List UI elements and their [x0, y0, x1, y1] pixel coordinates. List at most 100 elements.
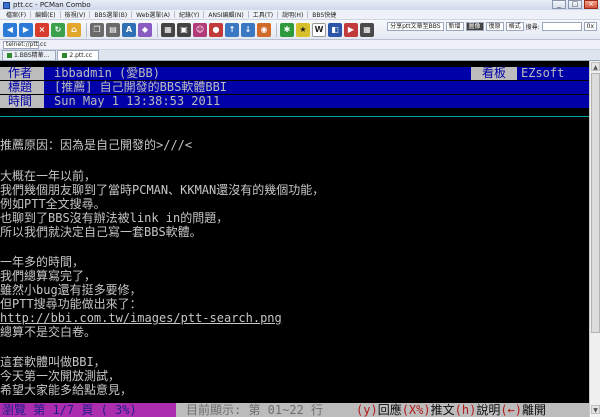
- page-indicator: 瀏覽 第 1/7 頁 ( 3%): [0, 403, 176, 417]
- font-icon[interactable]: A: [122, 22, 136, 37]
- emoticon-icon[interactable]: ☺: [193, 22, 207, 37]
- window-title: ptt.cc - PCMan Combo: [13, 1, 91, 9]
- toolbar-right-group: 分享ptt文章至BBS 新增 圖像 復原 格式 搜尋: 0x: [387, 22, 597, 31]
- menu-file[interactable]: 檔案(F): [2, 10, 30, 19]
- leave-label: 離開: [522, 403, 547, 417]
- image-link[interactable]: http://bbi.com.tw/images/ptt-search.png: [0, 311, 282, 325]
- toolbar-separator: [276, 22, 277, 37]
- menu-help[interactable]: 說明(H): [278, 10, 307, 19]
- reply-key[interactable]: (y): [356, 403, 378, 417]
- addressbar: telnet://ptt.cc: [0, 40, 600, 50]
- search-label: 搜尋:: [525, 24, 540, 31]
- help-label: 說明: [476, 403, 501, 417]
- body-line: 所以我們就決定自己寫一套BBS軟體。: [0, 225, 202, 239]
- window-titlebar: ptt.cc - PCMan Combo _ □ ×: [0, 0, 600, 10]
- close-button[interactable]: ×: [584, 0, 598, 9]
- body-line: 但PTT搜尋功能做出來了：: [0, 297, 142, 311]
- body-line: 例如PTT全文搜尋。: [0, 197, 106, 211]
- header-title-value: [推薦] 自己開發的BBS軟體BBI: [54, 80, 228, 94]
- body-line: 這套軟體叫做BBI，: [0, 355, 106, 369]
- menu-tools[interactable]: 工具(T): [249, 10, 277, 19]
- body-line: 今天第一次開放測試，: [0, 369, 121, 383]
- body-line: 總算不是交白卷。: [0, 325, 97, 339]
- toolbar: ◀ ▶ × ↻ ⌂ ❐ ▤ A ◆ ▦ ▣ ☺ ● ↑ ↓ ◉ ✱ ★ W ◧ …: [0, 20, 600, 40]
- maximize-button[interactable]: □: [568, 0, 582, 9]
- image-button[interactable]: 圖像: [465, 22, 484, 31]
- stop-icon[interactable]: ×: [35, 22, 49, 37]
- paste-icon[interactable]: ▤: [106, 22, 120, 37]
- tab-1[interactable]: 1.BBS精華...: [2, 50, 57, 60]
- scroll-up-icon[interactable]: ▲: [591, 62, 600, 71]
- body-line: 一年多的時間，: [0, 255, 85, 269]
- header-author-value: ibbadmin (愛BB): [54, 66, 160, 80]
- share-button[interactable]: 分享ptt文章至BBS: [387, 22, 444, 31]
- settings-icon[interactable]: ✱: [280, 22, 294, 37]
- tabbar: 1.BBS精華... 2.ptt.cc: [0, 50, 600, 61]
- tab-label: 2.ptt.cc: [69, 52, 93, 59]
- menu-bbs[interactable]: BBS選單(B): [90, 10, 131, 19]
- line-range: 目前顯示: 第 01~22 行: [186, 403, 324, 417]
- upload-icon[interactable]: ↑: [225, 22, 239, 37]
- format-button[interactable]: 格式: [505, 22, 524, 31]
- refresh-icon[interactable]: ↻: [51, 22, 65, 37]
- tab-2[interactable]: 2.ptt.cc: [57, 50, 100, 60]
- tab-label: 1.BBS精華...: [14, 52, 50, 59]
- dictionary-icon[interactable]: ◧: [328, 22, 342, 37]
- address-input[interactable]: telnet://ptt.cc: [3, 40, 47, 49]
- body-line: 希望大家能多給點意見，: [0, 383, 133, 397]
- grid-icon[interactable]: ▦: [360, 22, 374, 37]
- keyboard-icon[interactable]: ▦: [161, 22, 175, 37]
- body-line: 也聊到了BBS沒有辦法被link in的問題，: [0, 211, 229, 225]
- new-button[interactable]: 新增: [445, 22, 464, 31]
- header-board-value: EZsoft: [521, 66, 565, 80]
- body-line: 推薦原因：因為是自己開發的>///<: [0, 138, 193, 152]
- menu-edit[interactable]: 編輯(E): [31, 10, 59, 19]
- scroll-thumb[interactable]: [591, 73, 600, 333]
- help-key[interactable]: (h): [455, 403, 477, 417]
- menu-log[interactable]: 紀錄(Y): [175, 10, 203, 19]
- leave-key[interactable]: (←): [500, 403, 522, 417]
- search-input[interactable]: [541, 22, 582, 31]
- header-board-key: 看板: [471, 67, 517, 80]
- menu-ansi[interactable]: ANSI編輯(N): [204, 10, 247, 19]
- header-divider: [0, 116, 589, 117]
- header-author-row: 作者 ibbadmin (愛BB) 看板 EZsoft: [0, 67, 589, 80]
- key-help: (y)回應(X%)推文(h)說明(←)離開: [356, 403, 546, 417]
- menu-bbs-shortcut[interactable]: BBS快捷: [308, 10, 340, 19]
- body-line: 我們總算寫完了，: [0, 269, 97, 283]
- body-line: 大概在一年以前，: [0, 169, 97, 183]
- wikipedia-icon[interactable]: W: [312, 22, 326, 37]
- bbs-terminal[interactable]: 作者 ibbadmin (愛BB) 看板 EZsoft 標題 [推薦] 自己開發…: [0, 61, 589, 407]
- restore-button[interactable]: 復原: [485, 22, 504, 31]
- forward-icon[interactable]: ▶: [19, 22, 33, 37]
- terminal-scrollbar[interactable]: ▲ ▼: [589, 61, 600, 417]
- download-icon[interactable]: ↓: [241, 22, 255, 37]
- menu-view[interactable]: 檢視(V): [61, 10, 90, 19]
- minimize-button[interactable]: _: [552, 0, 566, 9]
- toolbar-separator: [157, 22, 158, 37]
- window-controls: _ □ ×: [552, 0, 598, 9]
- header-time-key: 時間: [0, 95, 44, 108]
- rss-icon[interactable]: ◉: [257, 22, 271, 37]
- header-author-key: 作者: [0, 67, 44, 80]
- tab-connection-icon: [62, 53, 68, 58]
- menu-web[interactable]: Web選單(A): [132, 10, 174, 19]
- back-icon[interactable]: ◀: [3, 22, 17, 37]
- tab-connection-icon: [7, 53, 12, 58]
- youtube-icon[interactable]: ▶: [344, 22, 358, 37]
- record-icon[interactable]: ●: [209, 22, 223, 37]
- scroll-down-icon[interactable]: ▼: [591, 405, 600, 414]
- screen-icon[interactable]: ▣: [177, 22, 191, 37]
- color-icon[interactable]: ◆: [138, 22, 152, 37]
- star-icon[interactable]: ★: [296, 22, 310, 37]
- header-title-row: 標題 [推薦] 自己開發的BBS軟體BBI: [0, 81, 589, 94]
- home-icon[interactable]: ⌂: [67, 22, 81, 37]
- app-icon: [3, 1, 10, 9]
- header-time-row: 時間 Sun May 1 13:38:53 2011: [0, 95, 589, 108]
- bbs-statusbar: 瀏覽 第 1/7 頁 ( 3%) 目前顯示: 第 01~22 行 (y)回應(X…: [0, 403, 589, 417]
- push-key[interactable]: (X%): [402, 403, 431, 417]
- zoom-select[interactable]: 0x: [583, 22, 597, 31]
- body-line: 我們幾個朋友聊到了當時PCMAN、KKMAN還沒有的幾個功能，: [0, 183, 325, 197]
- copy-icon[interactable]: ❐: [90, 22, 104, 37]
- header-title-key: 標題: [0, 81, 44, 94]
